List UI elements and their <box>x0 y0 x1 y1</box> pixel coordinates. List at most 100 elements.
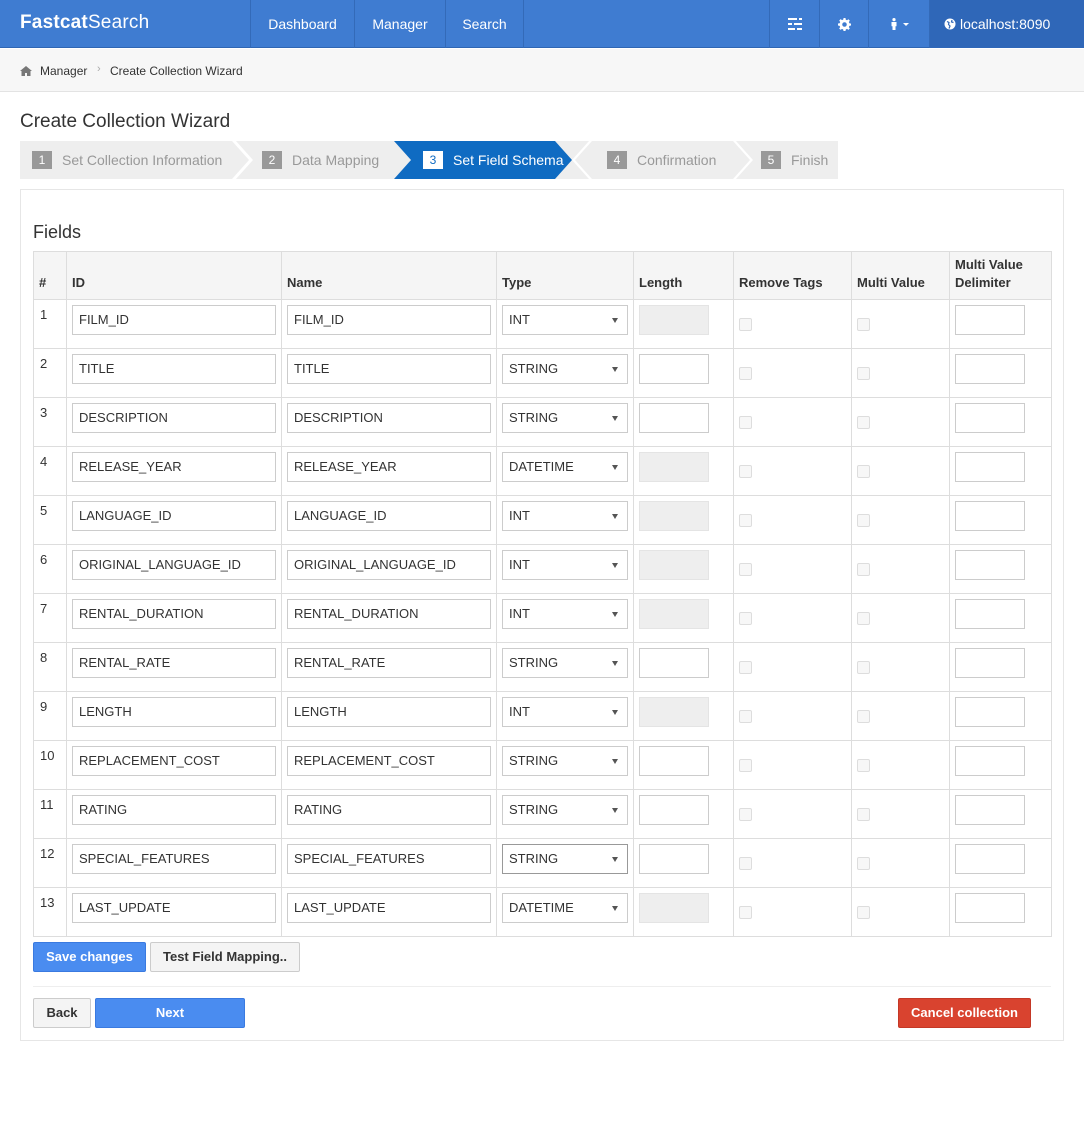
tasks-icon[interactable] <box>770 0 819 48</box>
multi-value-delimiter-input[interactable] <box>955 452 1025 482</box>
multi-value-checkbox[interactable] <box>857 661 870 674</box>
multi-value-checkbox[interactable] <box>857 416 870 429</box>
field-length-input[interactable] <box>639 746 709 776</box>
save-changes-button[interactable]: Save changes <box>33 942 146 972</box>
multi-value-checkbox[interactable] <box>857 857 870 870</box>
field-type-select[interactable]: INT <box>502 501 628 531</box>
multi-value-delimiter-input[interactable] <box>955 648 1025 678</box>
row-num-cell: 8 <box>33 642 67 692</box>
field-length-input[interactable] <box>639 354 709 384</box>
field-name-input[interactable]: RENTAL_DURATION <box>287 599 491 629</box>
gear-icon[interactable] <box>820 0 869 48</box>
remove-tags-checkbox[interactable] <box>739 465 752 478</box>
field-type-select[interactable]: INT <box>502 305 628 335</box>
multi-value-checkbox[interactable] <box>857 759 870 772</box>
field-name-input[interactable]: LANGUAGE_ID <box>287 501 491 531</box>
field-type-select[interactable]: STRING <box>502 746 628 776</box>
user-icon[interactable] <box>869 0 929 48</box>
multi-value-delimiter-input[interactable] <box>955 550 1025 580</box>
breadcrumb-manager[interactable]: Manager <box>40 64 87 78</box>
field-id-input[interactable]: RENTAL_DURATION <box>72 599 276 629</box>
multi-value-checkbox[interactable] <box>857 710 870 723</box>
field-id-input[interactable]: FILM_ID <box>72 305 276 335</box>
nav-dashboard[interactable]: Dashboard <box>251 0 354 48</box>
field-length-input[interactable] <box>639 795 709 825</box>
field-name-input[interactable]: FILM_ID <box>287 305 491 335</box>
field-name-input[interactable]: DESCRIPTION <box>287 403 491 433</box>
field-length-input[interactable] <box>639 844 709 874</box>
field-name-input[interactable]: TITLE <box>287 354 491 384</box>
field-name-input[interactable]: ORIGINAL_LANGUAGE_ID <box>287 550 491 580</box>
remove-tags-checkbox[interactable] <box>739 563 752 576</box>
multi-value-checkbox[interactable] <box>857 906 870 919</box>
brand-logo[interactable]: FastcatSearch <box>20 12 149 34</box>
back-button[interactable]: Back <box>33 998 91 1028</box>
field-length-input[interactable] <box>639 403 709 433</box>
field-id-input[interactable]: REPLACEMENT_COST <box>72 746 276 776</box>
remove-tags-checkbox[interactable] <box>739 514 752 527</box>
remove-tags-checkbox[interactable] <box>739 367 752 380</box>
test-field-mapping-button[interactable]: Test Field Mapping.. <box>150 942 300 972</box>
multi-value-checkbox[interactable] <box>857 514 870 527</box>
multi-value-delimiter-input[interactable] <box>955 501 1025 531</box>
field-type-select[interactable]: INT <box>502 697 628 727</box>
remove-tags-checkbox[interactable] <box>739 906 752 919</box>
remove-tags-checkbox[interactable] <box>739 710 752 723</box>
multi-value-checkbox[interactable] <box>857 318 870 331</box>
nav-search[interactable]: Search <box>446 0 523 48</box>
cancel-collection-button[interactable]: Cancel collection <box>898 998 1031 1028</box>
field-type-select[interactable]: STRING <box>502 648 628 678</box>
multi-value-checkbox[interactable] <box>857 367 870 380</box>
multi-value-checkbox[interactable] <box>857 563 870 576</box>
field-id-input[interactable]: RENTAL_RATE <box>72 648 276 678</box>
field-type-select[interactable]: STRING <box>502 844 628 874</box>
field-name-input[interactable]: RATING <box>287 795 491 825</box>
host-indicator[interactable]: localhost:8090 <box>930 0 1084 48</box>
multi-value-delimiter-input[interactable] <box>955 893 1025 923</box>
field-type-select[interactable]: DATETIME <box>502 452 628 482</box>
field-id-input[interactable]: TITLE <box>72 354 276 384</box>
remove-tags-checkbox[interactable] <box>739 612 752 625</box>
field-id-input[interactable]: DESCRIPTION <box>72 403 276 433</box>
field-name-input[interactable]: RENTAL_RATE <box>287 648 491 678</box>
multi-value-checkbox[interactable] <box>857 465 870 478</box>
multi-value-delimiter-input[interactable] <box>955 599 1025 629</box>
next-button[interactable]: Next <box>95 998 245 1028</box>
field-id-input[interactable]: RELEASE_YEAR <box>72 452 276 482</box>
remove-tags-checkbox[interactable] <box>739 759 752 772</box>
multi-value-delimiter-input[interactable] <box>955 403 1025 433</box>
multi-value-checkbox[interactable] <box>857 808 870 821</box>
remove-tags-checkbox[interactable] <box>739 808 752 821</box>
field-length-input[interactable] <box>639 648 709 678</box>
field-id-input[interactable]: ORIGINAL_LANGUAGE_ID <box>72 550 276 580</box>
multi-value-checkbox[interactable] <box>857 612 870 625</box>
field-type-select[interactable]: DATETIME <box>502 893 628 923</box>
field-name-input[interactable]: LENGTH <box>287 697 491 727</box>
field-id-input[interactable]: RATING <box>72 795 276 825</box>
field-type-select[interactable]: INT <box>502 599 628 629</box>
multi-value-delimiter-input[interactable] <box>955 844 1025 874</box>
field-id-input[interactable]: LANGUAGE_ID <box>72 501 276 531</box>
multi-value-delimiter-input[interactable] <box>955 354 1025 384</box>
field-type-select[interactable]: STRING <box>502 795 628 825</box>
field-name-input[interactable]: SPECIAL_FEATURES <box>287 844 491 874</box>
field-name-input[interactable]: RELEASE_YEAR <box>287 452 491 482</box>
field-id-input[interactable]: SPECIAL_FEATURES <box>72 844 276 874</box>
nav-manager[interactable]: Manager <box>355 0 445 48</box>
multi-value-delimiter-input[interactable] <box>955 697 1025 727</box>
remove-tags-checkbox[interactable] <box>739 318 752 331</box>
row-num-cell: 10 <box>33 740 67 790</box>
field-type-select[interactable]: INT <box>502 550 628 580</box>
multi-value-delimiter-input[interactable] <box>955 305 1025 335</box>
remove-tags-checkbox[interactable] <box>739 661 752 674</box>
field-type-select[interactable]: STRING <box>502 403 628 433</box>
field-id-input[interactable]: LAST_UPDATE <box>72 893 276 923</box>
field-type-select[interactable]: STRING <box>502 354 628 384</box>
remove-tags-checkbox[interactable] <box>739 857 752 870</box>
multi-value-delimiter-input[interactable] <box>955 795 1025 825</box>
field-id-input[interactable]: LENGTH <box>72 697 276 727</box>
field-name-input[interactable]: REPLACEMENT_COST <box>287 746 491 776</box>
field-name-input[interactable]: LAST_UPDATE <box>287 893 491 923</box>
multi-value-delimiter-input[interactable] <box>955 746 1025 776</box>
remove-tags-checkbox[interactable] <box>739 416 752 429</box>
